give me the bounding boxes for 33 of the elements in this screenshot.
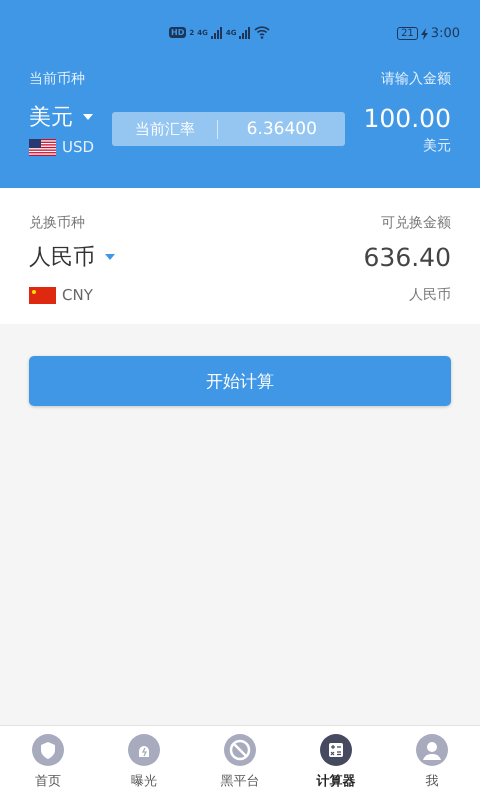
signal-icon bbox=[239, 26, 252, 38]
rate-value: 6.36400 bbox=[246, 119, 318, 139]
shield-icon bbox=[32, 734, 64, 766]
clock-time: 3:00 bbox=[430, 26, 460, 41]
calculator-icon bbox=[320, 734, 352, 766]
section-label: 兑换币种 bbox=[29, 214, 85, 232]
section-label: 请输入金额 bbox=[381, 70, 451, 88]
battery-level: 21 bbox=[397, 27, 418, 40]
alarm-icon bbox=[128, 734, 160, 766]
nav-tab[interactable]: 黑平台 bbox=[192, 726, 288, 800]
currency-code: CNY bbox=[62, 286, 93, 304]
currency-code: USD bbox=[62, 138, 94, 156]
signal-icon bbox=[210, 26, 223, 38]
rate-label: 当前汇率 bbox=[112, 120, 218, 138]
hd-badge: HD bbox=[169, 27, 186, 38]
amount-unit: 人民币 bbox=[409, 286, 451, 304]
nav-tab[interactable]: 曝光 bbox=[96, 726, 192, 800]
flag-icon bbox=[29, 286, 56, 304]
currency-selector[interactable]: 人民币 bbox=[29, 242, 95, 272]
nav-tab[interactable]: 我 bbox=[384, 726, 480, 800]
charging-icon bbox=[420, 28, 428, 40]
amount-unit: 美元 bbox=[422, 136, 451, 154]
caret-icon[interactable] bbox=[83, 114, 93, 120]
wifi-icon bbox=[254, 26, 270, 39]
converted-amount: 636.40 bbox=[364, 242, 451, 272]
user-icon bbox=[416, 734, 448, 766]
nav-tab[interactable]: 计算器 bbox=[288, 726, 384, 800]
section-label: 当前币种 bbox=[29, 70, 85, 88]
flag-icon bbox=[29, 138, 56, 156]
nav-tab[interactable]: 首页 bbox=[0, 726, 96, 800]
caret-icon[interactable] bbox=[105, 254, 115, 260]
section-label: 可兑换金额 bbox=[381, 214, 451, 232]
ban-icon bbox=[224, 734, 256, 766]
